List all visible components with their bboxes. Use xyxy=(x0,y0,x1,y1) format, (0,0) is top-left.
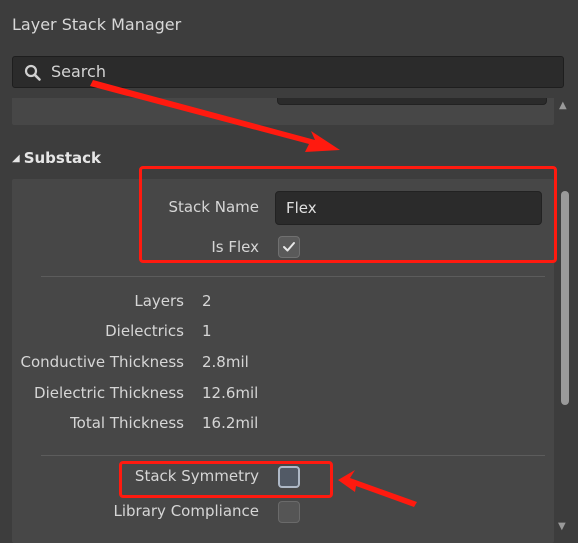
arrow-to-symmetry-icon xyxy=(338,470,417,507)
annotation-arrows xyxy=(90,80,417,507)
arrow-to-substack-icon xyxy=(90,80,340,152)
